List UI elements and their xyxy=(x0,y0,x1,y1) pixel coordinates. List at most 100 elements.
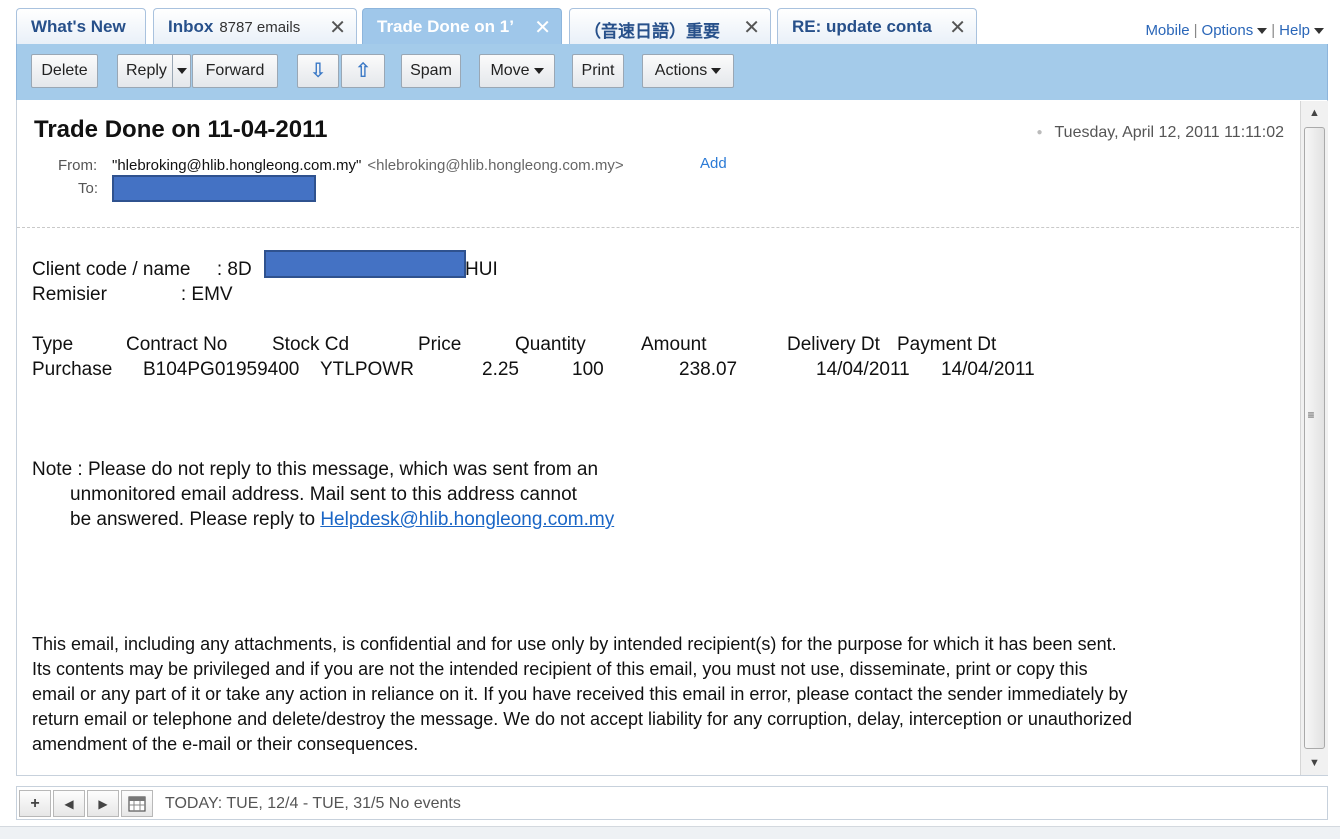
from-label: From: xyxy=(58,157,98,174)
sender-name: "hlebroking@hlib.hongleong.com.my" xyxy=(112,157,362,174)
message-toolbar: Delete Reply Forward ⇩ ⇧ Spam Move Print… xyxy=(16,44,1328,100)
scroll-down-icon[interactable]: ▼ xyxy=(1301,751,1328,775)
note-line: unmonitored email address. Mail sent to … xyxy=(70,484,577,505)
table-header: Payment Dt xyxy=(897,334,997,355)
sender[interactable]: "hlebroking@hlib.hongleong.com.my" <hlebr… xyxy=(112,157,624,174)
previous-range-button[interactable]: ◀ xyxy=(53,790,85,817)
calendar-bar: + ◀ ▶ TODAY: TUE, 12/4 - TUE, 31/5 No ev… xyxy=(16,786,1328,820)
redaction-box xyxy=(264,250,466,278)
note-line: Note : Please do not reply to this messa… xyxy=(32,459,599,480)
chevron-right-icon: ▶ xyxy=(98,797,108,811)
inbox-count: 8787 emails xyxy=(219,19,301,36)
message-date: ● Tuesday, April 12, 2011 11:11:02 xyxy=(1036,124,1284,142)
disclaimer-line: email or any part of it or take any acti… xyxy=(32,684,1128,704)
forward-button[interactable]: Forward xyxy=(192,54,278,88)
chevron-down-icon[interactable] xyxy=(1257,28,1268,35)
add-event-button[interactable]: + xyxy=(19,790,51,817)
arrow-up-icon: ⇧ xyxy=(354,60,372,82)
chevron-down-icon xyxy=(177,67,187,74)
tab-re-update-contact[interactable]: RE: update conta ✕ xyxy=(777,8,977,44)
tab-inbox[interactable]: Inbox 8787 emails ✕ xyxy=(153,8,357,44)
window-footer xyxy=(0,826,1340,839)
table-cell: Purchase xyxy=(32,359,113,380)
table-header: Quantity xyxy=(515,334,586,355)
table-header: Type xyxy=(32,334,74,355)
table-cell: 14/04/2011 xyxy=(941,359,1035,380)
message-subject: Trade Done on 11-04-2011 xyxy=(34,116,328,143)
disclaimer-line: amendment of the e-mail or their consequ… xyxy=(32,734,419,754)
redaction-box xyxy=(112,175,316,202)
table-header: Stock Cd xyxy=(272,334,350,355)
actions-button[interactable]: Actions xyxy=(642,54,734,88)
close-icon[interactable]: ✕ xyxy=(949,15,966,40)
move-button[interactable]: Move xyxy=(479,54,555,88)
calendar-icon xyxy=(128,796,146,812)
tab-trade-done[interactable]: Trade Done on 1’ ✕ xyxy=(362,8,562,45)
calendar-view-button[interactable] xyxy=(121,790,153,817)
arrow-down-icon: ⇩ xyxy=(309,60,327,82)
tab-bar: What's New Inbox 8787 emails ✕ Trade Done… xyxy=(0,0,1340,45)
note-text: be answered. Please reply to xyxy=(70,509,321,530)
scroll-thumb[interactable] xyxy=(1304,127,1325,749)
next-range-button[interactable]: ▶ xyxy=(87,790,119,817)
close-icon[interactable]: ✕ xyxy=(329,15,346,40)
client-name-suffix: HUI xyxy=(465,259,498,280)
plus-icon: + xyxy=(30,795,40,812)
to-label: To: xyxy=(78,180,99,197)
table-header: Contract No xyxy=(126,334,228,355)
calendar-summary: TODAY: TUE, 12/4 - TUE, 31/5 No events xyxy=(165,795,461,812)
separator: | xyxy=(1271,22,1276,39)
print-button[interactable]: Print xyxy=(572,54,624,88)
reply-label: Reply xyxy=(126,62,167,79)
chevron-left-icon: ◀ xyxy=(64,797,74,811)
tab-japanese-course[interactable]: （音速日語）重要 ✕ xyxy=(569,8,771,44)
client-code-label: Client code / name : 8D xyxy=(32,259,252,280)
tab-label: What's New xyxy=(31,17,126,36)
table-cell: B104PG01959400 xyxy=(143,359,300,380)
top-links: Mobile | Options | Help xyxy=(1145,22,1324,39)
sender-address: <hlebroking@hlib.hongleong.com.my> xyxy=(367,157,624,174)
tab-label: （音速日語）重要 xyxy=(584,22,720,41)
note-line: be answered. Please reply to Helpdesk@hl… xyxy=(70,509,614,531)
scroll-up-icon[interactable]: ▲ xyxy=(1301,101,1328,125)
reply-dropdown[interactable] xyxy=(172,55,192,87)
tab-label: Inbox xyxy=(168,17,214,36)
help-link[interactable]: Help xyxy=(1279,22,1310,39)
table-cell: 2.25 xyxy=(482,359,519,380)
delete-button[interactable]: Delete xyxy=(31,54,98,88)
previous-message-button[interactable]: ⇧ xyxy=(341,54,385,88)
table-header: Delivery Dt xyxy=(787,334,880,355)
spam-button[interactable]: Spam xyxy=(401,54,461,88)
table-cell: 14/04/2011 xyxy=(816,359,910,380)
next-message-button[interactable]: ⇩ xyxy=(297,54,339,88)
close-icon[interactable]: ✕ xyxy=(743,15,760,40)
date-text: Tuesday, April 12, 2011 11:11:02 xyxy=(1054,124,1285,141)
grip-icon: ≡ xyxy=(1307,408,1315,422)
disclaimer-line: This email, including any attachments, i… xyxy=(32,634,1117,654)
table-header: Amount xyxy=(641,334,707,355)
actions-label: Actions xyxy=(654,62,708,79)
tab-label: RE: update conta xyxy=(792,17,932,36)
helpdesk-email-link[interactable]: Helpdesk@hlib.hongleong.com.my xyxy=(320,509,614,530)
reply-button[interactable]: Reply xyxy=(117,54,191,88)
dot-icon: ● xyxy=(1036,127,1043,139)
mobile-link[interactable]: Mobile xyxy=(1145,22,1189,39)
table-header: Price xyxy=(418,334,462,355)
tab-whats-new[interactable]: What's New xyxy=(16,8,146,44)
table-cell: 100 xyxy=(572,359,604,380)
vertical-scrollbar[interactable]: ▲ ≡ ▼ xyxy=(1300,101,1328,775)
move-label: Move xyxy=(490,62,530,79)
disclaimer-line: Its contents may be privileged and if yo… xyxy=(32,659,1088,679)
table-cell: 238.07 xyxy=(679,359,738,380)
header-divider xyxy=(17,227,1299,228)
options-link[interactable]: Options xyxy=(1202,22,1254,39)
close-icon[interactable]: ✕ xyxy=(534,15,551,40)
tab-label: Trade Done on 1’ xyxy=(377,17,514,36)
disclaimer-line: return email or telephone and delete/des… xyxy=(32,709,1132,729)
chevron-down-icon xyxy=(533,67,544,74)
add-contact-link[interactable]: Add xyxy=(700,155,727,172)
chevron-down-icon[interactable] xyxy=(1314,28,1324,35)
separator: | xyxy=(1193,22,1198,39)
chevron-down-icon xyxy=(711,67,722,74)
remisier-line: Remisier : EMV xyxy=(32,284,233,305)
